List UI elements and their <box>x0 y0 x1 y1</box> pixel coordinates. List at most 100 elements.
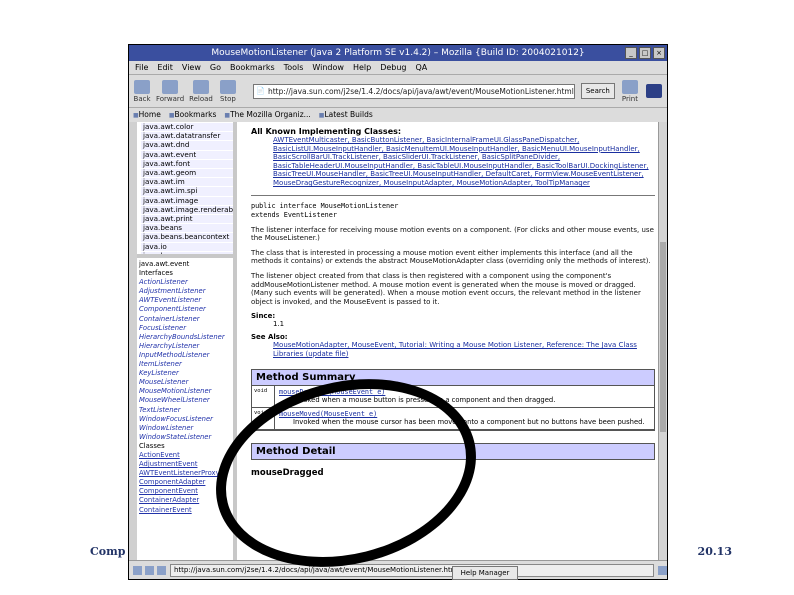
list-item[interactable]: AdjustmentListener <box>139 287 233 296</box>
list-item[interactable]: HierarchyBoundsListener <box>139 333 233 342</box>
bookmarks-toolbar: Home Bookmarks The Mozilla Organiz... La… <box>129 108 667 123</box>
list-item[interactable]: ContainerListener <box>139 315 233 324</box>
method-desc: Invoked when the mouse cursor has been m… <box>293 418 645 426</box>
stop-icon <box>219 79 236 94</box>
doc-scrollbar-thumb[interactable] <box>660 242 666 432</box>
list-item[interactable]: AWTEventListenerProxy <box>139 469 233 478</box>
print-button[interactable]: Print <box>621 79 639 103</box>
list-item[interactable]: ContainerEvent <box>139 506 233 515</box>
since-label: Since: <box>251 312 276 321</box>
impl-classes-links[interactable]: AWTEventMulticaster, BasicButtonListener… <box>251 136 655 188</box>
taskbar-item[interactable]: Help Manager <box>452 566 518 580</box>
reload-button[interactable]: Reload <box>189 79 213 103</box>
class-frame-package-title: java.awt.event <box>139 260 190 268</box>
package-link[interactable]: java.beans.beancontext <box>141 233 233 242</box>
package-link[interactable]: java.awt.datatransfer <box>141 131 233 141</box>
list-item[interactable]: ComponentEvent <box>139 487 233 496</box>
package-link[interactable]: java.awt.image <box>141 196 233 205</box>
list-item[interactable]: ComponentListener <box>139 305 233 314</box>
nav-icon[interactable] <box>133 565 142 575</box>
menu-item-view[interactable]: View <box>182 61 201 74</box>
bookmark-home[interactable]: Home <box>133 108 161 122</box>
back-icon <box>134 79 151 94</box>
menu-item-bookmarks[interactable]: Bookmarks <box>230 61 275 74</box>
list-item[interactable]: FocusListener <box>139 324 233 333</box>
menu-item-window[interactable]: Window <box>312 61 344 74</box>
menu-item-go[interactable]: Go <box>210 61 221 74</box>
stop-button[interactable]: Stop <box>219 79 237 103</box>
list-item[interactable]: ActionEvent <box>139 451 233 460</box>
list-item[interactable]: HierarchyListener <box>139 342 233 351</box>
list-item[interactable]: WindowListener <box>139 424 233 433</box>
method-desc: Invoked when a mouse button is pressed o… <box>293 396 556 404</box>
menu-item-tools[interactable]: Tools <box>284 61 304 74</box>
method-return-type: void <box>252 407 275 429</box>
list-item[interactable]: InputMethodListener <box>139 351 233 360</box>
package-link[interactable]: java.io <box>141 242 233 251</box>
package-link[interactable]: java.awt.font <box>141 159 233 169</box>
composer-icon[interactable] <box>157 565 166 575</box>
menu-item-help[interactable]: Help <box>353 61 371 74</box>
interfaces-heading: Interfaces <box>139 269 173 278</box>
list-item[interactable]: MouseListener <box>139 378 233 387</box>
list-item[interactable]: ActionListener <box>139 278 233 287</box>
package-link[interactable]: java.awt.geom <box>141 168 233 178</box>
package-link[interactable]: java.awt.im.spi <box>141 187 233 196</box>
since-value: 1.1 <box>273 320 285 329</box>
mail-icon[interactable] <box>145 565 154 575</box>
list-item[interactable]: ComponentAdapter <box>139 478 233 487</box>
list-item[interactable]: MouseMotionListener <box>139 387 233 396</box>
forward-button[interactable]: Forward <box>156 79 184 103</box>
list-item[interactable]: ItemListener <box>139 360 233 369</box>
mozilla-logo-icon <box>645 83 663 99</box>
nav-toolbar: Back Forward Reload Stop http://java.sun… <box>129 75 667 108</box>
doc-frame: All Known Implementing Classes: AWTEvent… <box>237 122 667 561</box>
list-item[interactable]: AWTEventListener <box>139 296 233 305</box>
close-icon[interactable]: × <box>653 47 665 59</box>
package-link[interactable]: java.awt.image.renderable <box>141 205 233 215</box>
method-summary-heading: Method Summary <box>252 369 654 386</box>
url-input[interactable]: http://java.sun.com/j2se/1.4.2/docs/api/… <box>252 83 575 99</box>
bookmark-bookmarks[interactable]: Bookmarks <box>169 108 217 122</box>
list-item[interactable]: KeyListener <box>139 369 233 378</box>
slide-footer-left: Comp <box>90 545 126 558</box>
method-link[interactable]: mouseMoved(MouseEvent e) <box>279 410 377 418</box>
list-item[interactable]: TextListener <box>139 406 233 415</box>
menu-item-debug[interactable]: Debug <box>380 61 406 74</box>
menu-bar: File Edit View Go Bookmarks Tools Window Help De… <box>129 61 667 75</box>
menu-item-edit[interactable]: Edit <box>157 61 173 74</box>
menu-item-qa[interactable]: QA <box>416 61 428 74</box>
back-button[interactable]: Back <box>133 79 151 103</box>
class-list-frame: java.awt.event Interfaces ActionListener Ad… <box>129 258 233 515</box>
bookmark-mozilla-org[interactable]: The Mozilla Organiz... <box>224 108 311 122</box>
see-also-links[interactable]: MouseMotionAdapter, MouseEvent, Tutorial… <box>251 341 655 358</box>
search-button[interactable]: Search <box>580 83 615 99</box>
slide-page-number: 20.13 <box>697 545 732 558</box>
list-item[interactable]: WindowStateListener <box>139 433 233 442</box>
print-icon <box>621 79 638 94</box>
package-link[interactable]: java.awt.color <box>141 122 233 132</box>
maximize-icon[interactable]: □ <box>639 47 651 59</box>
package-link[interactable]: java.awt.event <box>141 150 233 159</box>
doc-scrollbar[interactable] <box>658 122 667 561</box>
menu-item-file[interactable]: File <box>135 61 148 74</box>
list-item[interactable]: MouseWheelListener <box>139 396 233 405</box>
list-item[interactable]: WindowFocusListener <box>139 415 233 424</box>
window-titlebar: MouseMotionListener (Java 2 Platform SE … <box>129 45 667 61</box>
list-item[interactable]: AdjustmentEvent <box>139 460 233 469</box>
bookmark-latest-builds[interactable]: Latest Builds <box>319 108 372 122</box>
list-item[interactable]: ContainerAdapter <box>139 496 233 505</box>
package-link[interactable]: java.awt.dnd <box>141 141 233 150</box>
package-link[interactable]: java.awt.im <box>141 178 233 187</box>
package-link[interactable]: java.awt.print <box>141 214 233 224</box>
minimize-icon[interactable]: _ <box>625 47 637 59</box>
page-content: java.awt.color java.awt.datatransfer java.… <box>129 122 667 561</box>
see-also-label: See Also: <box>251 333 288 342</box>
doc-paragraph-1: The listener interface for receiving mou… <box>251 225 654 243</box>
method-detail-name: mouseDragged <box>251 467 324 478</box>
doc-paragraph-2: The class that is interested in processi… <box>251 248 651 266</box>
method-link[interactable]: mouseDragged(MouseEvent e) <box>279 388 385 396</box>
package-link[interactable]: java.beans <box>141 224 233 233</box>
nav-scrollbar[interactable] <box>129 122 137 561</box>
table-row: void mouseDragged(MouseEvent e) Invoked w… <box>252 385 654 408</box>
